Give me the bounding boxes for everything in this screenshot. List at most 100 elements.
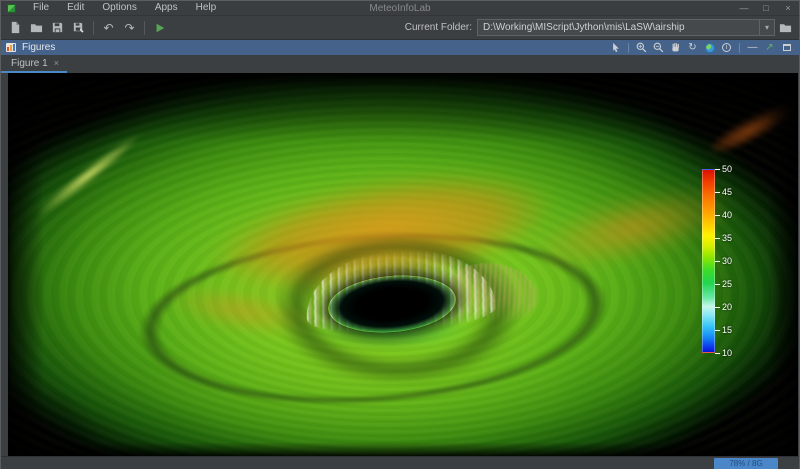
canvas-row: 50 45 40 35 30 25 20 15 10 (1, 73, 799, 456)
zoom-out-icon (653, 42, 664, 53)
status-bar: 78% / 8G (1, 456, 799, 469)
figure-tools: ↻ i — ↗ (608, 41, 794, 54)
tick-label: 25 (722, 279, 732, 289)
rotate-tool-button[interactable]: ↻ (685, 41, 700, 54)
tick-line (715, 261, 720, 262)
tick-line (715, 353, 720, 354)
current-folder-label: Current Folder: (405, 22, 472, 33)
window-controls: — □ × (733, 1, 799, 15)
run-script-button[interactable] (149, 17, 170, 38)
toolbar-separator (93, 21, 94, 35)
memory-usage-badge[interactable]: 78% / 8G (714, 458, 778, 469)
orange-rainband-left (155, 274, 330, 349)
identify-button[interactable]: i (719, 41, 734, 54)
figures-chart-icon (6, 43, 16, 52)
save-button[interactable] (47, 17, 68, 38)
bar-blue (13, 44, 15, 51)
tick-label: 10 (722, 348, 732, 358)
undo-button[interactable]: ↶ (98, 17, 119, 38)
storm-texture-layer (8, 73, 798, 456)
eyewall-tan-streaks (444, 257, 541, 329)
tick-line (715, 284, 720, 285)
save-as-button[interactable] (68, 17, 89, 38)
info-icon: i (722, 43, 731, 52)
outer-spiral-arc (133, 217, 614, 419)
close-button[interactable]: × (777, 1, 799, 15)
tools-separator (739, 43, 740, 53)
menu-apps[interactable]: Apps (146, 1, 187, 15)
colorbar-gradient (702, 169, 715, 353)
colorbar: 504540353025201510 (702, 169, 743, 353)
restore-window-icon (783, 44, 791, 51)
current-folder-value[interactable]: D:\Working\MIScript\Jython\mis\LaSW\airs… (478, 22, 759, 33)
tick-label: 40 (722, 210, 732, 220)
tick-label: 50 (722, 164, 732, 174)
eyewall-cloud-streaks (302, 244, 497, 337)
app-logo-icon (7, 4, 16, 13)
vignette-layer (8, 73, 798, 456)
bar-red (7, 47, 9, 51)
menu-options[interactable]: Options (93, 1, 145, 15)
current-folder-combobox[interactable]: D:\Working\MIScript\Jython\mis\LaSW\airs… (477, 19, 775, 36)
orange-rainband-upper (191, 147, 574, 320)
title-bar: File Edit Options Apps Help MeteoInfoLab… (1, 1, 799, 15)
tick-label: 45 (722, 187, 732, 197)
tick-line (715, 169, 720, 170)
globe-icon (705, 43, 715, 53)
menu-help[interactable]: Help (187, 1, 226, 15)
tick-line (715, 330, 720, 331)
tick-line (715, 192, 720, 193)
figure-canvas[interactable]: 50 45 40 35 30 25 20 15 10 (8, 73, 798, 456)
tick-label: 35 (722, 233, 732, 243)
combo-dropdown-icon[interactable]: ▾ (759, 20, 774, 35)
eyewall-shadow-ring (258, 223, 538, 393)
rotate-icon: ↻ (688, 43, 696, 53)
redo-button[interactable]: ↷ (119, 17, 140, 38)
maximize-button[interactable]: □ (755, 1, 777, 15)
cursor-arrow-icon (611, 42, 621, 53)
zoom-out-button[interactable] (651, 41, 666, 54)
menu-file[interactable]: File (24, 1, 58, 15)
bar-orange (10, 45, 12, 51)
tick-label: 20 (722, 302, 732, 312)
tick-line (715, 307, 720, 308)
new-file-icon (9, 21, 22, 34)
toolbar-separator (144, 21, 145, 35)
main-toolbar: ↶ ↷ Current Folder: D:\Working\MIScript\… (1, 15, 799, 40)
storm-base-layer (8, 73, 798, 456)
menu-edit[interactable]: Edit (58, 1, 93, 15)
zoom-in-button[interactable] (634, 41, 649, 54)
figures-panel-title: Figures (22, 42, 55, 53)
full-extent-button[interactable] (702, 41, 717, 54)
panel-minimize-button[interactable]: — (745, 41, 760, 54)
tick-line (715, 238, 720, 239)
select-tool-button[interactable] (608, 41, 623, 54)
panel-float-button[interactable]: ↗ (762, 41, 777, 54)
panel-restore-button[interactable] (779, 41, 794, 54)
tab-label: Figure 1 (11, 58, 48, 69)
tick-line (715, 215, 720, 216)
panel-minimize-icon: — (748, 43, 758, 53)
browse-folder-button[interactable] (775, 17, 795, 38)
float-arrow-icon: ↗ (765, 43, 773, 53)
colorbar-ticks: 504540353025201510 (715, 169, 743, 353)
zoom-in-icon (636, 42, 647, 53)
save-icon (51, 21, 64, 34)
tick-label: 15 (722, 325, 732, 335)
figures-panel-header: Figures (1, 40, 799, 55)
tick-label: 30 (722, 256, 732, 266)
new-script-button[interactable] (5, 17, 26, 38)
yellow-streak-upper-left (28, 126, 148, 224)
typhoon-eye (326, 271, 458, 338)
run-icon (154, 22, 166, 34)
redo-icon: ↷ (124, 22, 134, 34)
tab-close-icon[interactable]: × (54, 58, 59, 68)
browse-folder-icon (779, 21, 792, 34)
figure-tab-bar: Figure 1 × (1, 55, 799, 73)
tab-figure-1[interactable]: Figure 1 × (1, 55, 67, 73)
open-file-button[interactable] (26, 17, 47, 38)
pan-tool-button[interactable] (668, 41, 683, 54)
pan-hand-icon (670, 42, 681, 53)
open-folder-icon (30, 21, 43, 34)
minimize-button[interactable]: — (733, 1, 755, 15)
